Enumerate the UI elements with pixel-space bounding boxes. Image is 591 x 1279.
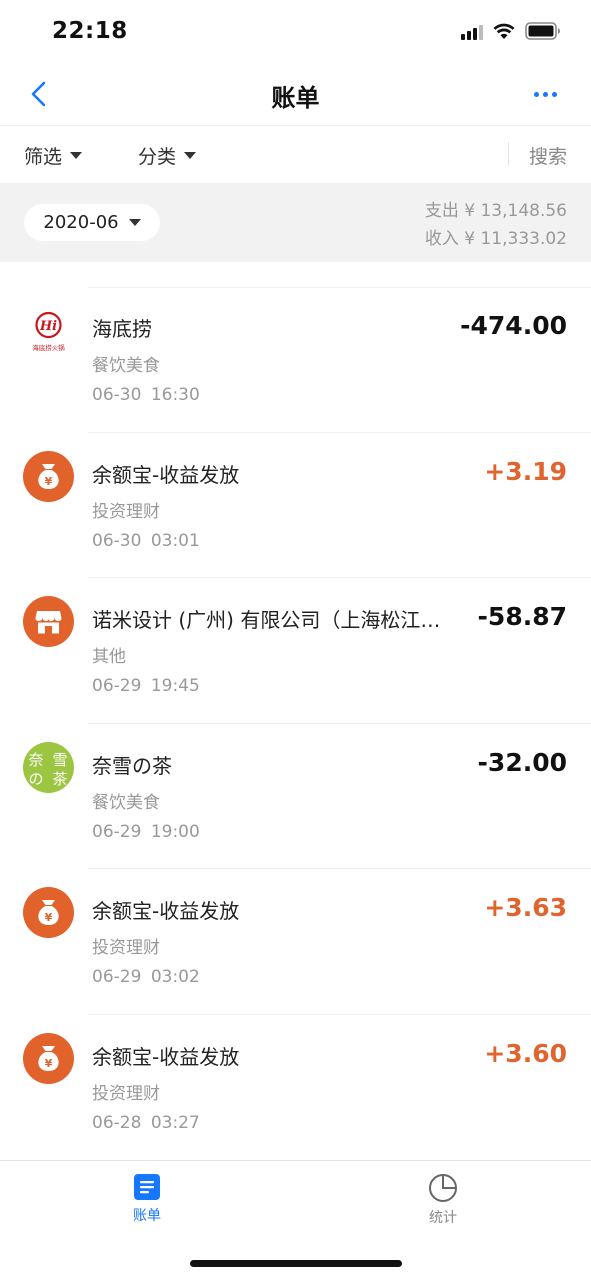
svg-text:Hi: Hi [39,319,57,334]
svg-text:¥: ¥ [45,475,53,488]
transaction-category: 餐饮美食 [92,792,160,813]
transaction-time: 06-29 19:45 [92,676,200,696]
caret-down-icon [128,219,141,226]
transaction-name: 海底捞 [92,317,152,341]
money-bag-icon: ¥ [23,1032,74,1084]
transaction-amount: +3.63 [484,893,567,922]
status-time: 22:18 [52,18,128,44]
transaction-row[interactable]: 诺米设计 (广州) 有限公司（上海松江… 其他 06-29 19:45 -58.… [0,578,591,724]
transaction-category: 投资理财 [92,938,160,958]
filter-label: 筛选 [24,146,63,168]
income-total: 收入 ¥ 11,333.02 [424,229,567,249]
expense-total: 支出 ¥ 13,148.56 [424,201,567,221]
status-icons [461,22,561,40]
transaction-category: 其他 [92,647,126,667]
transaction-name: 奈雪の茶 [92,753,172,778]
home-indicator[interactable] [190,1260,402,1267]
transaction-row[interactable]: ¥ 余额宝-收益发放 投资理财 06-28 03:27 +3.60 [0,1015,591,1161]
month-summary-bar: 2020-06 支出 ¥ 13,148.56 收入 ¥ 11,333.02 [0,183,591,262]
transaction-name: 余额宝-收益发放 [92,899,240,923]
month-summary: 支出 ¥ 13,148.56 收入 ¥ 11,333.02 [425,197,567,253]
nayuki-logo-icon: 奈 雪 の 茶 [23,741,74,793]
transaction-time: 06-30 16:30 [92,385,200,405]
haidilao-logo-icon: Hi 海底捞火锅 [23,305,74,356]
transaction-row[interactable]: 奈 雪 の 茶 奈雪の茶 餐饮美食 06-29 19:00 -32.00 [0,724,591,869]
bill-icon [134,1174,160,1200]
transaction-name: 余额宝-收益发放 [92,462,240,487]
transaction-amount: +3.19 [484,456,567,486]
transaction-category: 餐饮美食 [92,356,160,376]
tab-bills[interactable]: 账单 [87,1173,207,1225]
transaction-name: 诺米设计 (广州) 有限公司（上海松江… [92,608,441,632]
category-dropdown[interactable]: 分类 [138,142,197,169]
svg-text:¥: ¥ [45,911,53,924]
month-label: 2020-06 [43,212,119,233]
more-button[interactable] [525,82,565,106]
status-bar: 22:18 [0,0,591,62]
ellipsis-icon [533,91,539,97]
svg-text:¥: ¥ [45,1057,53,1070]
transaction-time: 06-29 19:00 [92,821,200,842]
transaction-category: 投资理财 [92,501,160,522]
transaction-name: 余额宝-收益发放 [92,1044,240,1069]
transaction-row[interactable]: Hi 海底捞火锅 海底捞 餐饮美食 06-30 16:30 -474.00 [0,287,591,433]
svg-text:奈: 奈 [28,751,43,769]
filter-bar: 筛选 分类 搜索 [0,126,591,183]
svg-text:海底捞火锅: 海底捞火锅 [32,343,65,352]
shop-icon [23,596,74,647]
transaction-amount: -474.00 [460,311,567,340]
transaction-amount: -58.87 [477,602,567,631]
transaction-time: 06-29 03:02 [92,967,200,987]
search-button[interactable]: 搜索 [529,142,567,169]
tab-label: 账单 [133,1208,161,1224]
money-bag-icon: ¥ [23,887,74,938]
transaction-row[interactable]: ¥ 余额宝-收益发放 投资理财 06-30 03:01 +3.19 [0,433,591,578]
svg-text:雪: 雪 [52,751,67,769]
svg-text:茶: 茶 [52,770,67,788]
caret-down-icon [184,152,197,159]
category-label: 分类 [138,146,177,168]
transaction-time: 06-28 03:27 [92,1112,200,1133]
pie-chart-icon [429,1174,457,1202]
transaction-list: Hi 海底捞火锅 海底捞 餐饮美食 06-30 16:30 -474.00 ¥ … [0,287,591,1160]
filter-dropdown[interactable]: 筛选 [24,142,83,169]
tab-statistics[interactable]: 统计 [383,1173,503,1227]
money-bag-icon: ¥ [23,450,74,502]
wifi-icon [493,23,515,40]
battery-icon [525,22,561,40]
nav-bar: 账单 [0,62,591,126]
transaction-category: 投资理财 [92,1083,160,1104]
transaction-row[interactable]: ¥ 余额宝-收益发放 投资理财 06-29 03:02 +3.63 [0,869,591,1015]
transaction-amount: +3.60 [484,1038,567,1068]
tab-label: 统计 [429,1210,457,1226]
page-title: 账单 [271,84,320,112]
svg-text:の: の [28,770,43,788]
caret-down-icon [70,152,83,159]
divider [508,142,509,166]
transaction-amount: -32.00 [477,747,567,777]
month-selector[interactable]: 2020-06 [24,204,160,241]
cellular-signal-icon [461,22,483,40]
transaction-time: 06-30 03:01 [92,530,200,551]
